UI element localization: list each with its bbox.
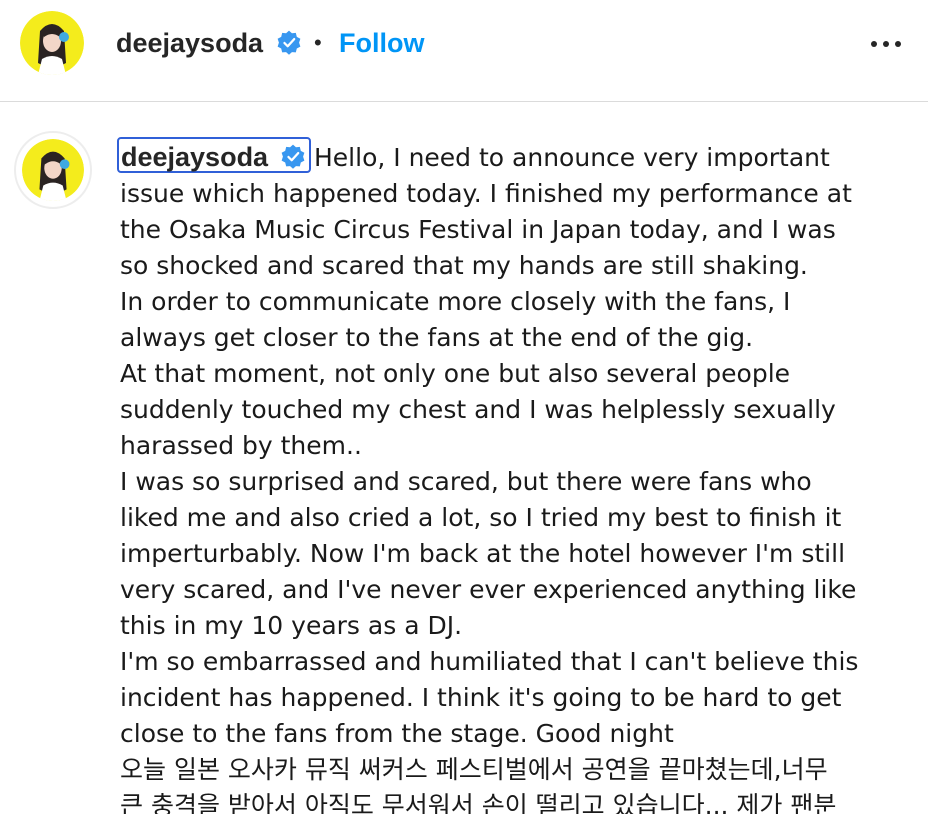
verified-badge-icon	[277, 30, 301, 55]
header-username[interactable]: deejaysoda	[116, 26, 263, 60]
caption-line: so shocked and scared that my hands are …	[120, 251, 808, 280]
caption-line: the Osaka Music Circus Festival in Japan…	[120, 215, 836, 244]
caption-line: harassed by them..	[120, 431, 362, 460]
caption-avatar[interactable]	[14, 131, 92, 209]
post-header: deejaysoda • Follow	[0, 0, 928, 102]
more-options-icon[interactable]	[866, 30, 906, 58]
header-avatar[interactable]	[20, 11, 84, 75]
caption-text: Hello, I need to announce very important…	[120, 140, 888, 814]
caption-line: I'm so embarrassed and humiliated that I…	[120, 647, 859, 676]
caption-line: 오늘 일본 오사카 뮤직 써커스 페스티벌에서 공연을 끝마쳤는데,너무	[120, 755, 828, 784]
caption-line: suddenly touched my chest and I was help…	[120, 395, 836, 424]
caption-line: very scared, and I've never ever experie…	[120, 575, 857, 604]
caption-line: close to the fans from the stage. Good n…	[120, 719, 674, 748]
caption-line: Hello, I need to announce very important	[314, 143, 830, 172]
avatar-image	[22, 139, 84, 201]
caption-line: this in my 10 years as a DJ.	[120, 611, 463, 640]
avatar-image	[20, 11, 84, 75]
caption-line: issue which happened today. I finished m…	[120, 179, 852, 208]
caption-line: 큰 충격을 받아서 아직도 무서워서 손이 떨리고 있습니다... 제가 팬분	[120, 791, 837, 814]
caption-line: In order to communicate more closely wit…	[120, 287, 791, 316]
caption-line: always get closer to the fans at the end…	[120, 323, 754, 352]
follow-button[interactable]: Follow	[339, 26, 424, 60]
caption-line: I was so surprised and scared, but there…	[120, 467, 812, 496]
caption-line: imperturbably. Now I'm back at the hotel…	[120, 539, 846, 568]
caption-line: incident has happened. I think it's goin…	[120, 683, 842, 712]
caption-line: At that moment, not only one but also se…	[120, 359, 791, 388]
separator-dot: •	[314, 30, 322, 55]
caption-line: liked me and also cried a lot, so I trie…	[120, 503, 842, 532]
